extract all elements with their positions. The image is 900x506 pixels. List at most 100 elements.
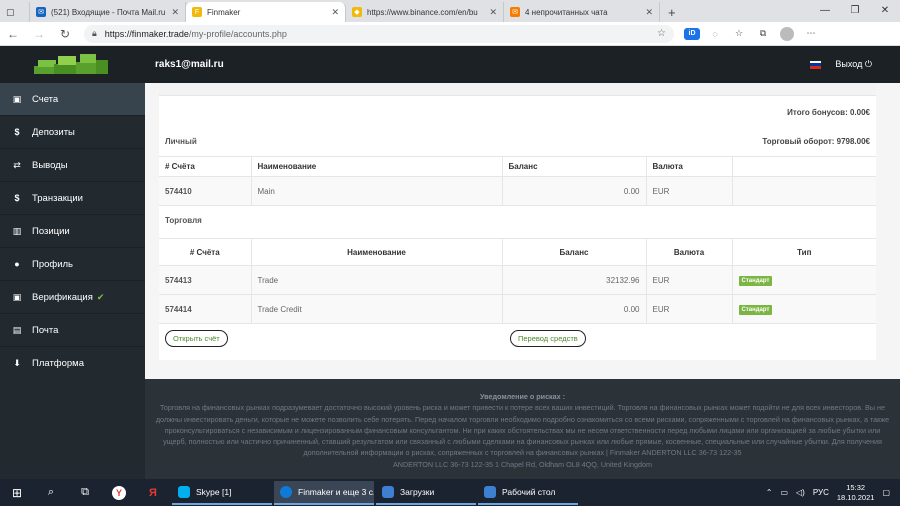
sidebar-bottom [0,379,145,479]
trading-turnover: Торговый оборот: 9798.00€ [762,137,870,146]
maximize-icon[interactable]: ❐ [840,0,870,20]
mail-icon: ✉ [510,7,520,17]
status-badge: Стандарт [738,275,773,286]
reload-button[interactable]: ↻ [52,27,78,41]
account-balance: 32132.96 [502,265,647,295]
taskbar-app-skype[interactable]: Skype [1] [172,481,272,505]
tab-mail[interactable]: ✉ (521) Входящие - Почта Mail.ru ✕ [30,2,186,22]
account-name: Trade Credit [251,294,503,324]
taskbar-app-edge[interactable]: Finmaker и еще 3 с... [274,480,374,505]
windows-start-icon[interactable]: ⊞ [0,479,34,506]
clock[interactable]: 15:32 18.10.2021 [837,483,875,503]
lock-icon[interactable]: 🔒︎ [92,28,97,39]
task-view-icon[interactable]: ⧉ [68,479,102,506]
russian-flag-icon[interactable] [810,60,822,69]
close-icon[interactable]: ✕ [171,7,179,18]
table-header-row: # Счёта Наименование Баланс Валюта Тип [159,238,876,266]
tab-actions-button[interactable]: ▢ [0,2,30,22]
sidebar-item-transactions[interactable]: $ Транзакции [0,182,145,215]
taskbar-app-label: Рабочий стол [502,486,556,497]
tab-label: (521) Входящие - Почта Mail.ru [51,7,166,17]
reading-mode-icon[interactable]: ☆ [657,28,666,39]
sidebar-item-label: Платформа [32,357,84,369]
url-host: https://finmaker.trade [104,28,189,39]
system-tray: ⌃ ▭ ◁) РУС 15:32 18.10.2021 ▢ [766,483,900,503]
binance-icon: ◆ [352,7,362,17]
transfer-funds-button[interactable]: Перевод средств [510,330,586,347]
collections-icon[interactable]: ⧉ [754,25,772,43]
open-account-button[interactable]: Открыть счёт [165,330,228,347]
tab-chats[interactable]: ✉ 4 непрочитанных чата ✕ [504,2,660,22]
sidebar-item-label: Выводы [32,159,68,171]
sidebar-item-platform[interactable]: ⬇ Платформа [0,347,145,380]
table-row[interactable]: 574410 Main 0.00 EUR [159,176,876,206]
bonus-total: Итого бонусов: 0.00€ [787,108,870,117]
edge-icon [280,485,292,498]
column-header [732,156,876,177]
power-icon: ⏻ [864,59,872,69]
refresh-extension-icon[interactable]: ◌ [706,25,724,43]
more-menu-icon[interactable]: ⋯ [802,25,820,43]
account-type [732,176,876,206]
sidebar-item-mail[interactable]: ▤ Почта [0,314,145,347]
download-icon: ⬇ [13,357,21,368]
volume-icon[interactable]: ◁) [796,488,805,497]
dollar-icon: $ [14,127,20,137]
notifications-icon[interactable]: ▢ [882,488,890,497]
extensions: iD ◌ ☆ ⧉ ⋯ [684,25,820,43]
minimize-icon[interactable]: — [810,0,840,20]
status-badge: Стандарт [738,304,773,315]
panel-top-strip [159,83,876,96]
finmaker-logo[interactable] [0,46,145,83]
sidebar-item-label: Счета [32,93,59,105]
search-icon[interactable]: ⌕ [34,479,68,506]
sidebar-item-positions[interactable]: ▥ Позиции [0,215,145,248]
taskbar-app-downloads[interactable]: Загрузки [376,481,476,505]
tab-binance[interactable]: ◆ https://www.binance.com/en/bu ✕ [346,2,504,22]
sidebar-item-verification[interactable]: ▣ Верификация ✔ [0,281,145,314]
id-extension-icon[interactable]: iD [684,27,700,40]
sidebar-item-profile[interactable]: ● Профиль [0,248,145,281]
account-number: 574414 [159,294,252,324]
language-indicator[interactable]: РУС [813,488,829,497]
clock-time: 15:32 [846,482,866,492]
tab-finmaker[interactable]: F Finmaker ✕ [186,2,346,22]
table-row[interactable]: 574414 Trade Credit 0.00 EUR Стандарт [159,294,876,324]
forward-button[interactable]: → [26,27,52,41]
desktop-folder-icon [484,485,496,498]
sidebar-item-deposits[interactable]: $ Депозиты [0,116,145,149]
tab-label: 4 непрочитанных чата [525,7,608,17]
account-number: 574413 [159,265,252,295]
dollar-icon: $ [14,193,20,203]
new-tab-button[interactable]: + [660,2,684,22]
user-email: raks1@mail.ru [155,59,224,70]
money-logo-icon [34,54,108,74]
column-header: Тип [732,238,876,266]
column-header: # Счёта [159,238,252,266]
table-row[interactable]: 574413 Trade 32132.96 EUR Стандарт [159,265,876,295]
url-field[interactable]: 🔒︎ https://finmaker.trade/my-profile/acc… [84,24,674,43]
close-icon[interactable]: ✕ [489,7,497,18]
yandex-icon[interactable]: Я [136,479,170,506]
close-window-icon[interactable]: ✕ [870,0,900,20]
close-icon[interactable]: ✕ [331,7,339,18]
account-name: Main [251,176,503,206]
risk-disclaimer: Уведомление о рисках : Торговля на финан… [145,379,900,479]
sidebar-item-accounts[interactable]: ▣ Счета [0,83,145,116]
yandex-browser-icon[interactable]: Y [102,479,136,506]
sidebar-item-label: Транзакции [32,192,83,204]
address-bar: ← → ↻ 🔒︎ https://finmaker.trade/my-profi… [0,22,900,46]
logout-button[interactable]: Выход ⏻ [835,59,872,70]
network-icon[interactable]: ▭ [780,488,788,497]
column-header: Баланс [502,156,647,177]
close-icon[interactable]: ✕ [645,7,653,18]
account-currency: EUR [646,265,733,295]
chevron-up-icon[interactable]: ⌃ [766,488,773,497]
sidebar-item-withdrawals[interactable]: ⇄ Выводы [0,149,145,182]
profile-avatar[interactable] [778,25,796,43]
main-content: Итого бонусов: 0.00€ Личный Торговый обо… [145,83,900,379]
favorites-icon[interactable]: ☆ [730,25,748,43]
tab-label: Finmaker [207,7,241,17]
taskbar-app-desktop[interactable]: Рабочий стол [478,481,578,505]
back-button[interactable]: ← [0,27,26,41]
